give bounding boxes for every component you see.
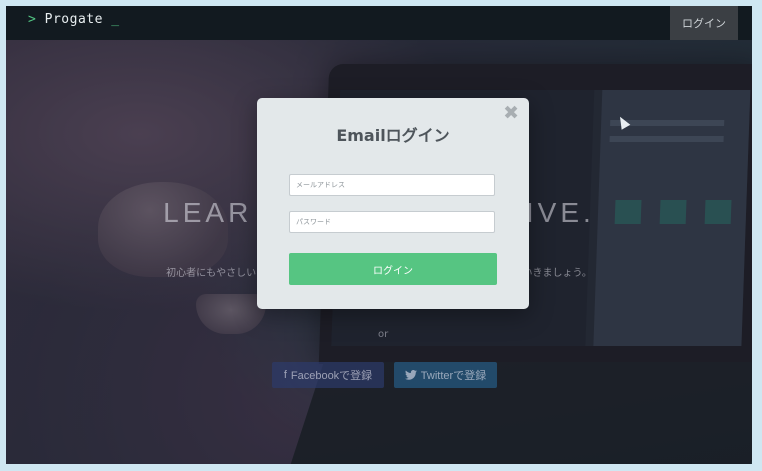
or-separator: or [378,329,389,340]
browser-viewport: L LEAR IVE. 初心者にもやさしいス ていきましょう。 or f Fac… [6,6,752,464]
progate-logo[interactable]: > Progate _ [28,12,120,27]
password-field[interactable] [289,211,495,233]
facebook-icon: f [283,369,287,381]
twitter-signup-label: Twitterで登録 [420,370,487,382]
logo-text: Progate [44,12,103,27]
twitter-icon [404,370,417,380]
email-field[interactable] [289,174,495,196]
twitter-signup-button[interactable]: Twitterで登録 [394,362,497,388]
logo-cursor: _ [111,12,120,27]
facebook-signup-label: Facebookで登録 [290,370,373,382]
header-login-button[interactable]: ログイン [670,6,738,40]
hero-subtitle-left: 初心者にもやさしいス [166,268,267,279]
logo-arrow: > [28,12,37,27]
close-icon[interactable]: ✖ [503,104,519,123]
hero-line2-right: IVE. [525,197,595,228]
top-navbar: > Progate _ ログイン [6,6,752,40]
login-submit-button[interactable]: ログイン [289,253,497,285]
hero-line2-left: LEAR [163,197,253,228]
facebook-signup-button[interactable]: f Facebookで登録 [272,362,384,388]
modal-title: Emailログイン [336,126,450,145]
email-login-modal: ✖ Emailログイン ログイン [257,98,529,309]
